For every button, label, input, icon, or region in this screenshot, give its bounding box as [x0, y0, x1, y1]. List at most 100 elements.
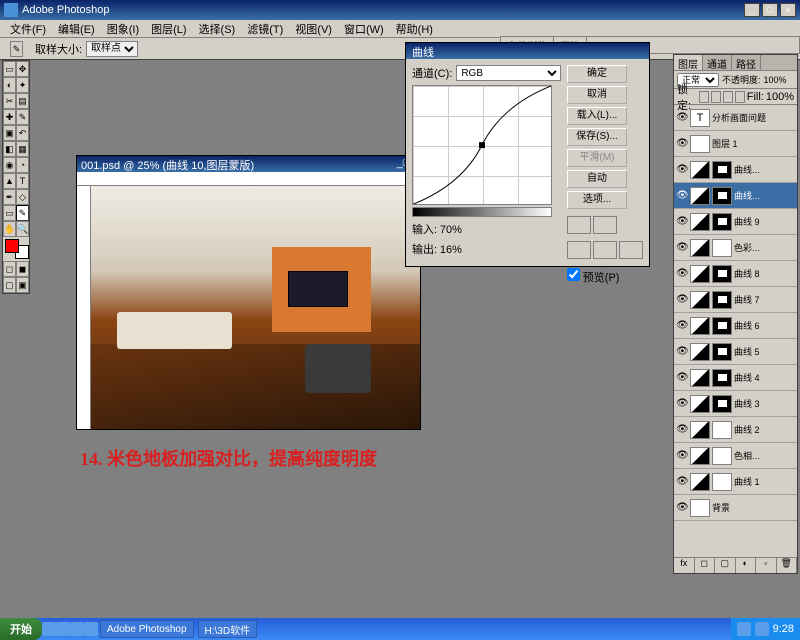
- tool-wand[interactable]: ✦: [16, 77, 29, 93]
- tool-slice[interactable]: ▤: [16, 93, 29, 109]
- layer-row[interactable]: 👁 曲线 5: [674, 339, 797, 365]
- lock-transparency[interactable]: [699, 91, 709, 103]
- menu-select[interactable]: 选择(S): [193, 21, 242, 37]
- layer-name[interactable]: 曲线 9: [734, 215, 795, 228]
- visibility-icon[interactable]: 👁: [676, 398, 688, 410]
- lock-image[interactable]: [711, 91, 721, 103]
- tool-preset-icon[interactable]: ✎: [10, 41, 23, 57]
- visibility-icon[interactable]: 👁: [676, 190, 688, 202]
- layer-mask[interactable]: [712, 343, 732, 361]
- visibility-icon[interactable]: 👁: [676, 268, 688, 280]
- layer-name[interactable]: 图层 1: [712, 137, 795, 150]
- layer-name[interactable]: 曲线 4: [734, 371, 795, 384]
- visibility-icon[interactable]: 👁: [676, 372, 688, 384]
- visibility-icon[interactable]: 👁: [676, 242, 688, 254]
- layer-mask[interactable]: [712, 395, 732, 413]
- layer-row[interactable]: 👁曲线 8: [674, 261, 797, 287]
- layer-mask[interactable]: [712, 421, 732, 439]
- tool-gradient[interactable]: ▦: [16, 141, 29, 157]
- layer-row[interactable]: 👁 曲线 4: [674, 365, 797, 391]
- layer-mask[interactable]: [712, 161, 732, 179]
- tool-move[interactable]: ✥: [16, 61, 29, 77]
- quicklaunch-icon[interactable]: [56, 622, 70, 636]
- canvas[interactable]: [91, 186, 420, 429]
- layer-row[interactable]: 👁曲线 6: [674, 313, 797, 339]
- layer-row[interactable]: 👁曲线 1: [674, 469, 797, 495]
- layer-row[interactable]: 👁 图层 1: [674, 131, 797, 157]
- visibility-icon[interactable]: 👁: [676, 320, 688, 332]
- layer-row[interactable]: 👁T分析画面问题: [674, 105, 797, 131]
- tool-lasso[interactable]: ◐: [3, 77, 16, 93]
- screenmode-1[interactable]: ▢: [3, 277, 16, 293]
- tool-heal[interactable]: ✚: [3, 109, 16, 125]
- channel-select[interactable]: RGB: [456, 65, 561, 81]
- tool-eraser[interactable]: ◧: [3, 141, 16, 157]
- layer-row[interactable]: 👁 色彩...: [674, 235, 797, 261]
- tool-dodge[interactable]: ◔: [16, 157, 29, 173]
- tool-marquee[interactable]: ▭: [3, 61, 16, 77]
- tool-history[interactable]: ↶: [16, 125, 29, 141]
- layer-folder-button[interactable]: ▢: [715, 558, 736, 573]
- tool-crop[interactable]: ✂: [3, 93, 16, 109]
- taskbar-item[interactable]: Adobe Photoshop: [100, 620, 194, 638]
- start-button[interactable]: 开始: [0, 618, 42, 640]
- menu-window[interactable]: 窗口(W): [338, 21, 390, 37]
- tool-notes[interactable]: ▭: [3, 205, 16, 221]
- layer-mask[interactable]: [712, 187, 732, 205]
- curves-gradient[interactable]: [412, 207, 552, 217]
- layer-name[interactable]: 曲线 7: [734, 293, 795, 306]
- color-swatches[interactable]: [5, 239, 29, 259]
- load-button[interactable]: 载入(L)...: [567, 107, 627, 125]
- layer-name[interactable]: 色相...: [734, 449, 795, 462]
- lock-all[interactable]: [735, 91, 745, 103]
- menu-filter[interactable]: 滤镜(T): [241, 21, 289, 37]
- layer-new-button[interactable]: ▫: [756, 558, 777, 573]
- menu-layer[interactable]: 图层(L): [145, 21, 192, 37]
- tab-channels[interactable]: 通道: [703, 55, 732, 70]
- layer-name[interactable]: 曲线 2: [734, 423, 795, 436]
- curves-title[interactable]: 曲线: [406, 43, 649, 59]
- layer-adjust-button[interactable]: ◐: [736, 558, 757, 573]
- visibility-icon[interactable]: 👁: [676, 424, 688, 436]
- visibility-icon[interactable]: 👁: [676, 450, 688, 462]
- visibility-icon[interactable]: 👁: [676, 502, 688, 514]
- layers-list[interactable]: 👁T分析画面问题👁图层 1👁曲线...👁曲线...👁曲线 9👁色彩...👁曲线 …: [674, 105, 797, 557]
- quickmask-on[interactable]: ◼: [16, 261, 29, 277]
- curves-curve[interactable]: [413, 86, 551, 204]
- layer-name[interactable]: 分析画面问题: [712, 111, 795, 124]
- visibility-icon[interactable]: 👁: [676, 294, 688, 306]
- fill-value[interactable]: 100%: [766, 91, 794, 103]
- maximize-button[interactable]: □: [762, 3, 778, 17]
- layer-name[interactable]: 曲线...: [734, 189, 795, 202]
- layer-row[interactable]: 👁曲线...: [674, 157, 797, 183]
- curves-dialog[interactable]: 曲线 通道(C): RGB 输入: 70%: [405, 42, 650, 267]
- visibility-icon[interactable]: 👁: [676, 164, 688, 176]
- lock-position[interactable]: [723, 91, 733, 103]
- tool-blur[interactable]: ◉: [3, 157, 16, 173]
- quicklaunch-icon[interactable]: [42, 622, 56, 636]
- opacity-value[interactable]: 100%: [764, 75, 787, 85]
- taskbar-item[interactable]: H:\3D软件: [198, 620, 258, 638]
- curves-graph[interactable]: [412, 85, 552, 205]
- menu-view[interactable]: 视图(V): [289, 21, 338, 37]
- layer-mask[interactable]: [712, 369, 732, 387]
- menu-file[interactable]: 文件(F): [4, 21, 52, 37]
- layer-name[interactable]: 色彩...: [734, 241, 795, 254]
- minimize-button[interactable]: _: [744, 3, 760, 17]
- layer-mask[interactable]: [712, 291, 732, 309]
- layer-mask-button[interactable]: ◻: [695, 558, 716, 573]
- visibility-icon[interactable]: 👁: [676, 346, 688, 358]
- quickmask-off[interactable]: ◻: [3, 261, 16, 277]
- layer-mask[interactable]: [712, 239, 732, 257]
- layer-mask[interactable]: [712, 265, 732, 283]
- layer-name[interactable]: 曲线 5: [734, 345, 795, 358]
- eyedropper-white[interactable]: [619, 241, 643, 259]
- screenmode-2[interactable]: ▣: [16, 277, 29, 293]
- visibility-icon[interactable]: 👁: [676, 216, 688, 228]
- visibility-icon[interactable]: 👁: [676, 138, 688, 150]
- close-button[interactable]: ×: [780, 3, 796, 17]
- options-button[interactable]: 选项...: [567, 191, 627, 209]
- clock[interactable]: 9:28: [773, 623, 794, 635]
- curve-point-tool[interactable]: [567, 216, 591, 234]
- tool-path[interactable]: ▲: [3, 173, 16, 189]
